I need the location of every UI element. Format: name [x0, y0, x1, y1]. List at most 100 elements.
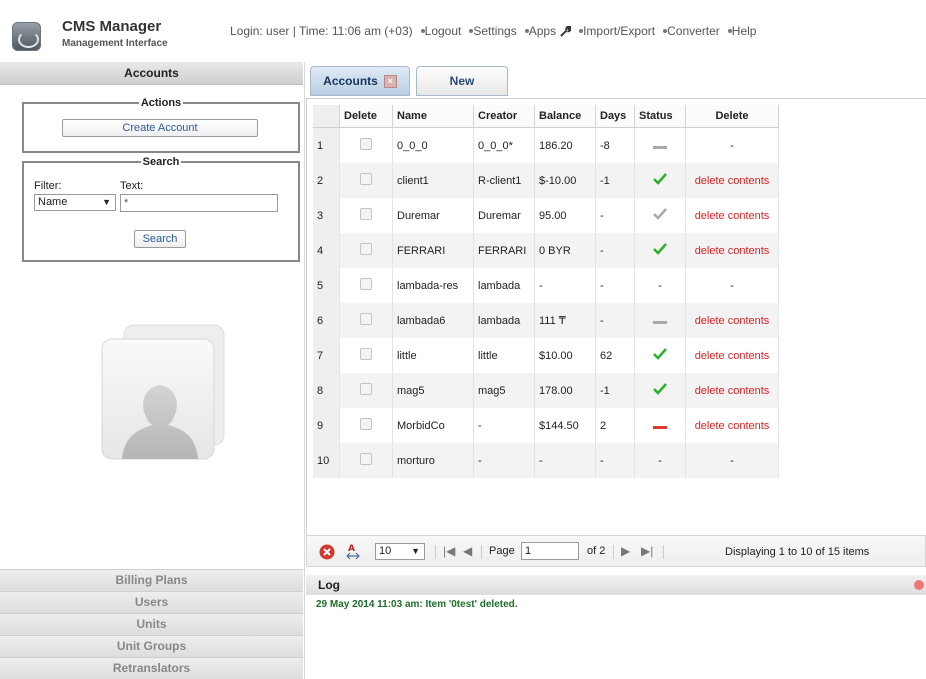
row-select-checkbox — [339, 443, 393, 478]
cell-creator: Duremar — [473, 198, 535, 233]
nav-units[interactable]: Units — [0, 613, 303, 635]
table-row[interactable]: 2 client1 R-client1 $-10.00 -1 delete content… — [313, 163, 779, 198]
tab-new[interactable]: New — [416, 66, 508, 96]
cell-name: lambada6 — [392, 303, 474, 338]
nav-converter[interactable]: Converter — [667, 24, 720, 38]
next-page-icon[interactable]: ▶ — [621, 544, 630, 558]
top-nav: Login: user | Time: 11:06 am (+03) Logout… — [230, 24, 756, 38]
checkbox[interactable] — [360, 173, 372, 185]
wrench-icon — [560, 26, 572, 38]
log-title: Log — [318, 578, 340, 592]
cell-days: - — [595, 233, 635, 268]
cell-days: 62 — [595, 338, 635, 373]
table-row[interactable]: 6 lambada6 lambada 111 ₸ - delete contents — [313, 303, 779, 338]
status-inactive-icon — [653, 320, 667, 324]
checkbox[interactable] — [360, 243, 372, 255]
checkbox[interactable] — [360, 278, 372, 290]
checkbox[interactable] — [360, 138, 372, 150]
checkbox[interactable] — [360, 383, 372, 395]
nav-billing-plans[interactable]: Billing Plans — [0, 569, 303, 591]
table-row[interactable]: 4 FERRARI FERRARI 0 BYR - delete contents — [313, 233, 779, 268]
nav-settings[interactable]: Settings — [473, 24, 516, 38]
page-count: of 2 — [587, 545, 606, 557]
table-row[interactable]: 5 lambada-res lambada - - - - — [313, 268, 779, 303]
nav-apps-label: Apps — [528, 24, 557, 38]
last-page-icon[interactable]: ▶| — [641, 544, 653, 558]
sort-reset-icon[interactable]: A — [345, 542, 361, 560]
nav-unit-groups[interactable]: Unit Groups — [0, 635, 303, 657]
delete-selected-icon[interactable] — [319, 544, 335, 560]
cell-status: - — [634, 268, 686, 303]
table-row[interactable]: 1 0_0_0 0_0_0* 186.20 -8 - — [313, 127, 779, 163]
cell-name: mag5 — [392, 373, 474, 408]
row-select-checkbox — [339, 268, 393, 303]
nav-retranslators[interactable]: Retranslators — [0, 657, 303, 679]
filter-select-value: Name — [38, 196, 68, 208]
cell-balance: $-10.00 — [534, 163, 596, 198]
column-header-balance[interactable]: Balance — [534, 105, 596, 128]
column-header-creator[interactable]: Creator — [473, 105, 535, 128]
cell-days: - — [595, 443, 635, 478]
column-header-delete-contents[interactable]: Delete — [685, 105, 779, 128]
nav-users[interactable]: Users — [0, 591, 303, 613]
cell-status — [634, 303, 686, 338]
table-row[interactable]: 8 mag5 mag5 178.00 -1 delete contents — [313, 373, 779, 408]
checkbox[interactable] — [360, 313, 372, 325]
table-row[interactable]: 10 morturo - - - - - — [313, 443, 779, 478]
check-icon — [653, 208, 667, 220]
row-number: 9 — [313, 408, 340, 443]
cell-creator: lambada — [473, 303, 535, 338]
tab-bar: Accounts × New — [306, 62, 926, 98]
filter-label: Filter: — [34, 180, 62, 192]
page-number-input[interactable]: 1 — [521, 542, 579, 560]
app-title: CMS Manager — [62, 18, 162, 35]
app-logo-icon — [12, 22, 41, 51]
checkbox[interactable] — [360, 348, 372, 360]
column-header-days[interactable]: Days — [595, 105, 635, 128]
collapse-log-icon[interactable] — [914, 580, 924, 590]
cell-delete-contents[interactable]: delete contents — [685, 373, 779, 408]
checkbox[interactable] — [360, 208, 372, 220]
nav-apps[interactable]: Apps — [528, 24, 572, 38]
checkbox[interactable] — [360, 453, 372, 465]
row-select-checkbox — [339, 338, 393, 373]
table-row[interactable]: 7 little little $10.00 62 delete contents — [313, 338, 779, 373]
row-number: 3 — [313, 198, 340, 233]
cell-delete-contents[interactable]: delete contents — [685, 163, 779, 198]
cell-delete-contents[interactable]: delete contents — [685, 198, 779, 233]
column-header-name[interactable]: Name — [392, 105, 474, 128]
cell-balance: $144.50 — [534, 408, 596, 443]
column-header-delete[interactable]: Delete — [339, 105, 393, 128]
tab-accounts[interactable]: Accounts × — [310, 66, 410, 96]
table-row[interactable]: 3 Duremar Duremar 95.00- delete contents — [313, 198, 779, 233]
column-header-status[interactable]: Status — [634, 105, 686, 128]
create-account-button[interactable]: Create Account — [62, 119, 258, 137]
cell-delete-contents[interactable]: delete contents — [685, 233, 779, 268]
search-text-input[interactable]: * — [120, 194, 278, 212]
row-number: 4 — [313, 233, 340, 268]
cell-creator: - — [473, 408, 535, 443]
check-icon — [653, 348, 667, 360]
cell-name: MorbidCo — [392, 408, 474, 443]
page-label: Page — [489, 545, 515, 557]
close-icon[interactable]: × — [383, 75, 397, 89]
page-size-select[interactable]: 10 ▼ — [375, 543, 425, 560]
cell-delete-contents[interactable]: delete contents — [685, 408, 779, 443]
cell-delete-contents[interactable]: delete contents — [685, 303, 779, 338]
first-page-icon[interactable]: |◀ — [443, 544, 455, 558]
empty-account-illustration-icon — [101, 324, 225, 460]
nav-help[interactable]: Help — [732, 24, 757, 38]
cell-delete-contents[interactable]: delete contents — [685, 338, 779, 373]
prev-page-icon[interactable]: ◀ — [463, 544, 472, 558]
search-button[interactable]: Search — [134, 230, 186, 248]
checkbox[interactable] — [360, 418, 372, 430]
nav-logout[interactable]: Logout — [425, 24, 462, 38]
cell-name: morturo — [392, 443, 474, 478]
cell-status — [634, 163, 686, 198]
actions-legend: Actions — [140, 97, 182, 109]
table-row[interactable]: 9 MorbidCo - $144.50 2 delete contents — [313, 408, 779, 443]
filter-select[interactable]: Name ▼ — [34, 194, 116, 211]
status-inactive-icon — [653, 145, 667, 149]
nav-import-export[interactable]: Import/Export — [583, 24, 655, 38]
tab-accounts-label: Accounts — [323, 74, 378, 88]
